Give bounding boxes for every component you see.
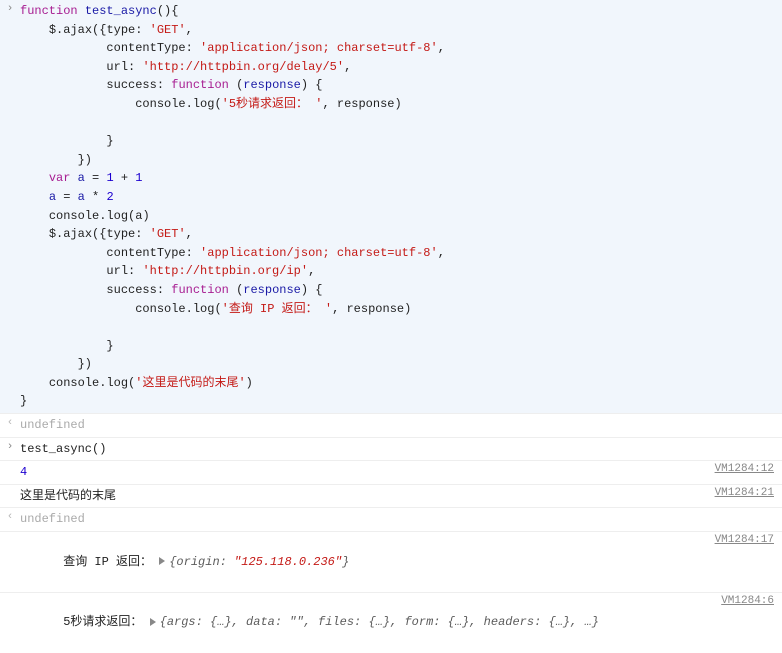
console-log-tail: 这里是代码的末尾 VM1284:21 xyxy=(0,485,782,509)
console-result-undefined: undefined xyxy=(0,508,782,532)
log-value-number: 4 xyxy=(20,463,774,482)
console-input-call[interactable]: test_async() xyxy=(0,438,782,462)
source-link[interactable]: VM1284:17 xyxy=(715,534,774,546)
console-log-number: 4 VM1284:12 xyxy=(0,461,782,485)
devtools-console: function test_async(){ $.ajax({type: 'GE… xyxy=(0,0,782,653)
delay-label: 5秒请求返回： xyxy=(63,615,149,629)
output-marker-icon xyxy=(0,416,20,429)
source-link[interactable]: VM1284:21 xyxy=(715,487,774,499)
console-result-undefined: undefined xyxy=(0,414,782,438)
console-log-delay: 5秒请求返回： {args: {…}, data: "", files: {…}… xyxy=(0,593,782,653)
delay-object-preview[interactable]: {args: {…}, data: "", files: {…}, form: … xyxy=(160,615,599,629)
blank-gutter xyxy=(0,595,20,596)
blank-gutter xyxy=(0,463,20,464)
ip-label: 查询 IP 返回： xyxy=(63,555,159,569)
input-marker-icon xyxy=(0,440,20,453)
blank-gutter xyxy=(0,534,20,535)
object-expand-icon[interactable] xyxy=(150,618,156,626)
undefined-text: undefined xyxy=(20,416,782,435)
log-value-text: 这里是代码的末尾 xyxy=(20,487,774,506)
input-marker-icon xyxy=(0,2,20,15)
console-log-ip: 查询 IP 返回： {origin: "125.118.0.236"} VM12… xyxy=(0,532,782,593)
source-link[interactable]: VM1284:12 xyxy=(715,463,774,475)
blank-gutter xyxy=(0,487,20,488)
undefined-text: undefined xyxy=(20,510,782,529)
source-link[interactable]: VM1284:6 xyxy=(721,595,774,607)
ip-object-preview[interactable]: {origin: "125.118.0.236"} xyxy=(169,555,349,569)
code-body: function test_async(){ $.ajax({type: 'GE… xyxy=(20,2,782,411)
output-marker-icon xyxy=(0,510,20,523)
call-text: test_async() xyxy=(20,440,782,459)
object-expand-icon[interactable] xyxy=(159,557,165,565)
console-input-block[interactable]: function test_async(){ $.ajax({type: 'GE… xyxy=(0,0,782,414)
